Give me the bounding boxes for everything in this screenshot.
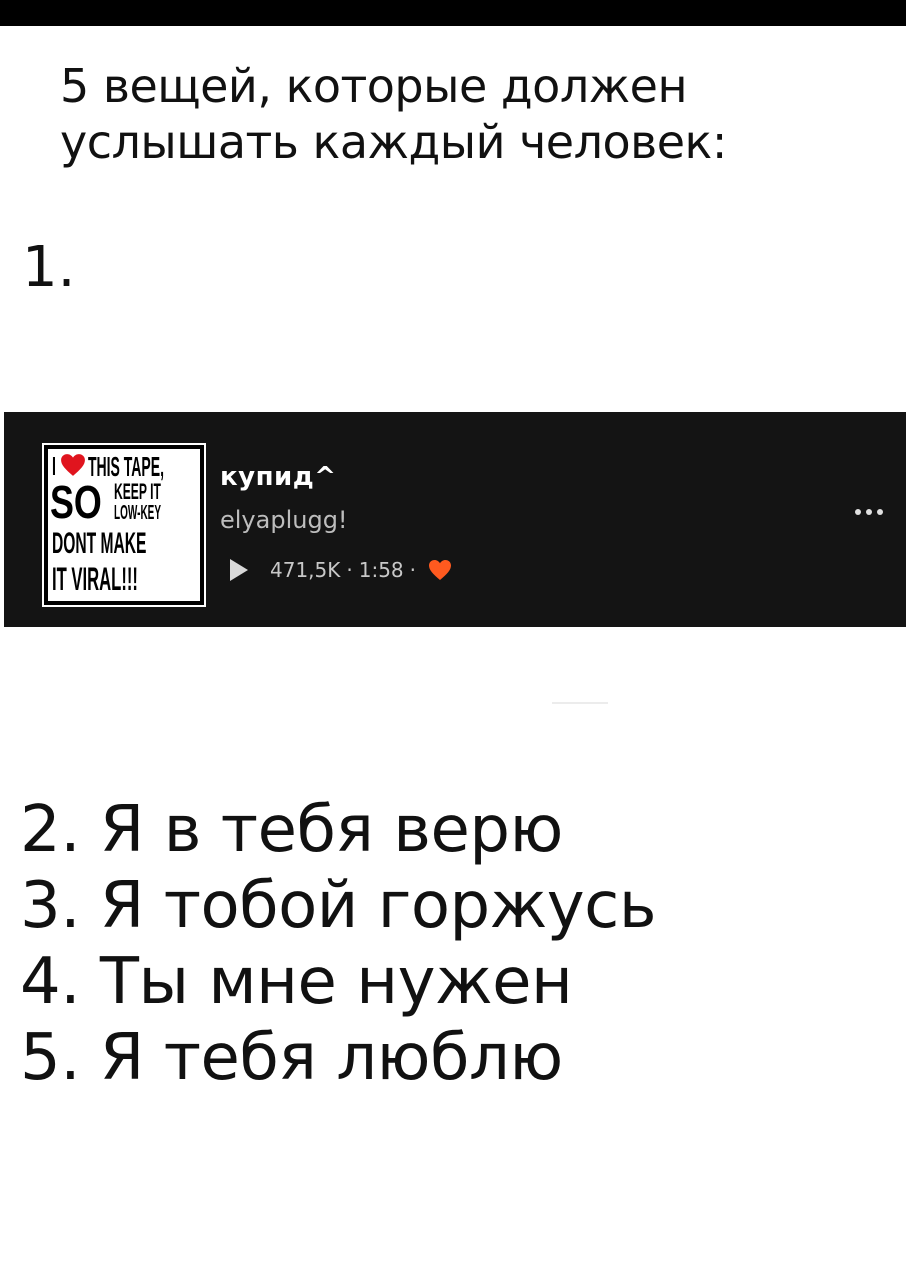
track-title[interactable]: купид^ <box>220 462 337 492</box>
cover-line: DONT MAKE <box>52 527 147 560</box>
cover-line: SO <box>50 476 102 528</box>
top-bar <box>0 0 906 26</box>
cover-line: IT VIRAL!!! <box>52 561 138 597</box>
list-item-4: 4. Ты мне нужен <box>20 945 573 1019</box>
list-item-3: 3. Я тобой горжусь <box>20 869 657 943</box>
track-card[interactable]: I THIS TAPE, SO KEEP IT LOW-KEY DONT MAK… <box>4 412 906 627</box>
list-item-1: 1. <box>22 235 76 300</box>
more-dots-icon[interactable] <box>854 507 884 517</box>
cover-heart-icon <box>61 454 85 476</box>
play-icon[interactable] <box>230 559 248 581</box>
track-duration: 1:58 <box>358 558 404 582</box>
divider <box>552 702 608 704</box>
play-count: 471,5K <box>270 558 341 582</box>
album-cover: I THIS TAPE, SO KEEP IT LOW-KEY DONT MAK… <box>42 443 206 607</box>
meta-separator: · <box>346 558 353 582</box>
track-artist[interactable]: elyaplugg! <box>220 506 348 534</box>
list-item-2: 2. Я в тебя верю <box>20 793 563 867</box>
meta-separator: · <box>409 558 417 582</box>
cover-line: KEEP IT <box>114 479 161 504</box>
statement-list: 2. Я в тебя верю 3. Я тобой горжусь 4. Т… <box>20 792 657 1096</box>
cover-line: LOW-KEY <box>114 502 162 524</box>
list-item-5: 5. Я тебя люблю <box>20 1021 563 1095</box>
post-title: 5 вещей, которые должен услышать каждый … <box>60 59 727 169</box>
heart-icon[interactable] <box>428 559 452 581</box>
track-meta: 471,5K · 1:58 · <box>220 556 452 584</box>
